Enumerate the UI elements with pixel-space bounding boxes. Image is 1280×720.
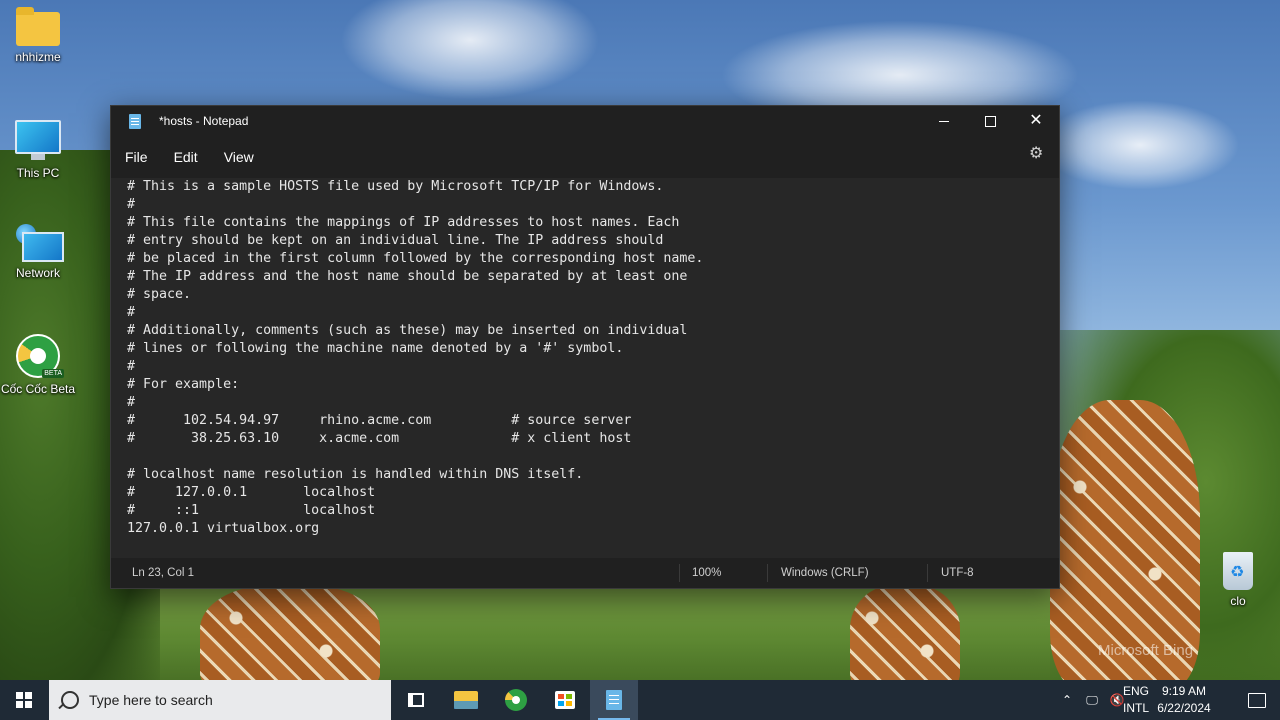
wallpaper-giraffe	[1050, 400, 1200, 680]
zoom-level: 100%	[692, 567, 722, 579]
wallpaper-giraffe	[850, 585, 960, 680]
menu-bar: File Edit View ⚙	[111, 136, 1059, 178]
notification-icon	[1248, 692, 1266, 708]
desktop-icon-coccoc-beta[interactable]: BETA Cốc Cốc Beta	[0, 334, 76, 396]
network-tray-icon: 🖵	[1086, 692, 1098, 707]
wallpaper-cloud	[1040, 100, 1240, 190]
clock-time: 9:19 AM	[1161, 684, 1207, 698]
text-editor[interactable]: # This is a sample HOSTS file used by Mi…	[111, 178, 1059, 558]
folder-icon	[16, 7, 60, 46]
close-button[interactable]: ✕	[1013, 106, 1059, 136]
cursor-position: Ln 23, Col 1	[132, 567, 195, 579]
chevron-up-icon: ⌃	[1061, 693, 1073, 707]
file-explorer-button[interactable]	[442, 680, 490, 720]
notepad-taskbar-button[interactable]	[590, 680, 638, 720]
search-placeholder: Type here to search	[89, 692, 213, 708]
desktop-icon-label: nhhizme	[15, 50, 61, 64]
minimize-button[interactable]	[921, 106, 967, 136]
wallpaper-cloud	[340, 0, 600, 100]
maximize-icon	[984, 115, 996, 127]
beta-badge: BETA	[42, 369, 64, 378]
gear-icon: ⚙	[1029, 145, 1044, 162]
taskbar: Type here to search ⌃ 🖵 🔇 ENG INTL 9:19 …	[0, 680, 1280, 720]
show-hidden-icons-button[interactable]: ⌃	[1054, 680, 1080, 720]
search-icon	[61, 691, 79, 709]
desktop-icon-recycle-bin[interactable]: ♻ clo	[1200, 552, 1276, 608]
wallpaper-giraffe	[200, 585, 380, 680]
close-icon: ✕	[1029, 112, 1043, 129]
desktop-icon-this-pc[interactable]: This PC	[0, 120, 76, 180]
desktop-icon-label: This PC	[16, 166, 60, 180]
status-bar: Ln 23, Col 1 100% Windows (CRLF) UTF-8	[111, 558, 1059, 588]
windows-logo-icon	[16, 692, 32, 708]
network-tray-button[interactable]: 🖵	[1080, 680, 1104, 720]
desktop-icon-folder[interactable]: nhhizme	[0, 7, 76, 64]
coccoc-beta-icon: BETA	[16, 334, 64, 378]
this-pc-icon	[15, 120, 61, 160]
coccoc-icon	[505, 689, 527, 711]
menu-view[interactable]: View	[211, 141, 267, 173]
encoding: UTF-8	[941, 567, 974, 579]
file-explorer-icon	[454, 691, 478, 709]
line-ending: Windows (CRLF)	[781, 567, 869, 579]
start-button[interactable]	[0, 680, 48, 720]
taskbar-search[interactable]: Type here to search	[49, 680, 391, 720]
microsoft-store-button[interactable]	[541, 680, 589, 720]
taskbar-clock[interactable]: 9:19 AM 6/22/2024	[1144, 683, 1224, 717]
editor-content[interactable]: # This is a sample HOSTS file used by Mi…	[111, 178, 1059, 538]
notepad-window[interactable]: *hosts - Notepad ✕ File Edit View ⚙ # Th…	[110, 105, 1060, 589]
desktop-icon-network[interactable]: Network	[0, 224, 76, 280]
menu-edit[interactable]: Edit	[161, 141, 211, 173]
maximize-button[interactable]	[967, 106, 1013, 136]
notepad-icon	[606, 690, 622, 710]
desktop-icon-label: Network	[15, 266, 60, 280]
menu-file[interactable]: File	[112, 141, 161, 173]
task-view-button[interactable]	[392, 680, 440, 720]
clock-date: 6/22/2024	[1157, 701, 1211, 715]
settings-button[interactable]: ⚙	[1029, 146, 1045, 162]
coccoc-button[interactable]	[492, 680, 540, 720]
notification-center-button[interactable]	[1234, 680, 1280, 720]
desktop-icon-label: clo	[1230, 594, 1246, 608]
bing-watermark: Microsoft Bing	[1098, 642, 1194, 659]
title-bar[interactable]: *hosts - Notepad ✕	[111, 106, 1059, 136]
network-icon	[16, 224, 64, 262]
recycle-bin-icon: ♻	[1223, 552, 1253, 590]
minimize-icon	[939, 120, 949, 122]
microsoft-store-icon	[555, 691, 575, 709]
window-title: *hosts - Notepad	[159, 114, 249, 128]
desktop-icon-label: Cốc Cốc Beta	[0, 382, 76, 396]
task-view-icon	[408, 693, 424, 707]
notepad-icon	[129, 113, 141, 129]
